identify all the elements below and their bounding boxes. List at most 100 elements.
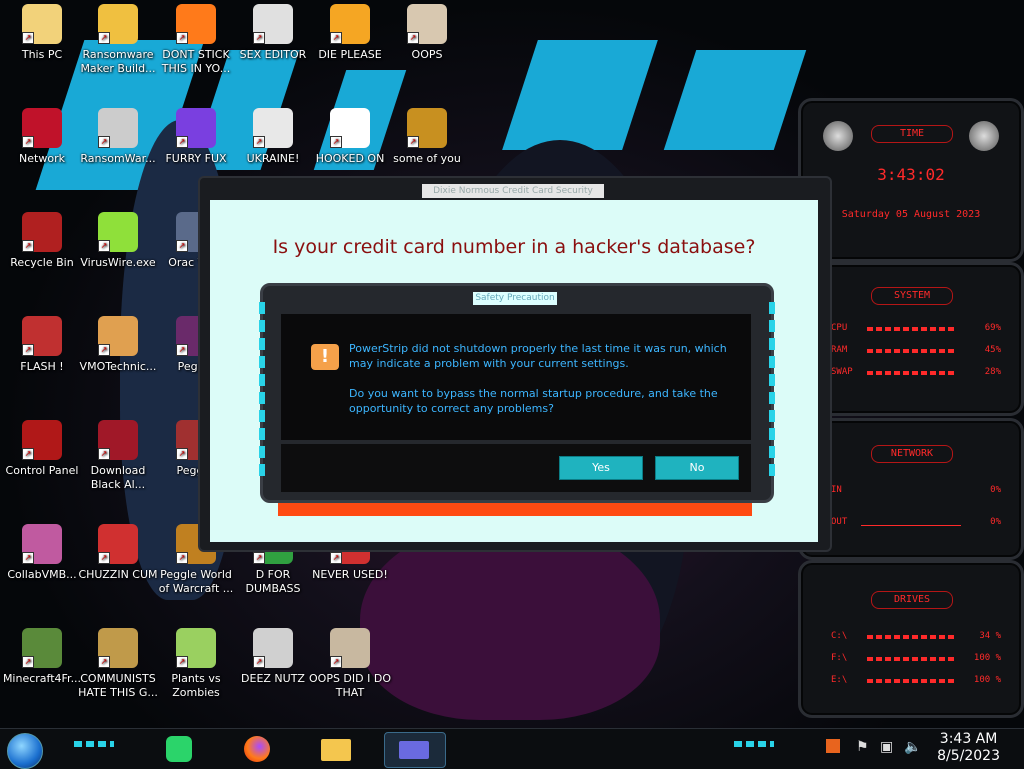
shortcut-arrow-icon: ↗ <box>407 32 419 44</box>
desktop-icon[interactable]: ↗ Download Black Al... <box>76 420 160 492</box>
desktop-icon-label: COMMUNISTS HATE THIS G... <box>78 672 158 699</box>
firefox-icon <box>244 736 270 762</box>
desktop-icon[interactable]: ↗ VirusWire.exe <box>76 212 160 270</box>
network-icon[interactable]: ▣ <box>880 739 893 755</box>
app-icon: ↗ <box>253 628 293 668</box>
desktop-icon-label: Peggle World of Warcraft ... <box>158 568 234 595</box>
shortcut-arrow-icon: ↗ <box>98 32 110 44</box>
taskbar-decor <box>74 741 114 747</box>
shortcut-arrow-icon: ↗ <box>176 344 188 356</box>
desktop-icon[interactable]: ↗ COMMUNISTS HATE THIS G... <box>76 628 160 700</box>
desktop-icon[interactable]: ↗ OOPS <box>385 4 469 62</box>
no-button[interactable]: No <box>655 456 739 480</box>
desktop-icon[interactable]: ↗ DEEZ NUTZ <box>231 628 315 686</box>
desktop-icon[interactable]: ↗ some of you <box>385 108 469 166</box>
desktop-icon-label: Plants vs Zombies <box>171 672 221 699</box>
drives-row: C:\ 34 % <box>831 631 1001 641</box>
shortcut-arrow-icon: ↗ <box>98 552 110 564</box>
shortcut-arrow-icon: ↗ <box>22 656 34 668</box>
shortcut-arrow-icon: ↗ <box>330 136 342 148</box>
clock-time: 3:43 AM <box>939 731 998 747</box>
app-icon: ↗ <box>98 420 138 460</box>
desktop-icon[interactable]: ↗ CHUZZIN CUM <box>76 524 160 582</box>
app-icon: ↗ <box>176 628 216 668</box>
desktop-icon[interactable]: ↗ UKRAINE! <box>231 108 315 166</box>
desktop-icon-label: Minecraft4Fr... <box>2 672 82 685</box>
tray-app-icon[interactable] <box>826 739 840 757</box>
desktop-icon[interactable]: ↗ DONT STICK THIS IN YO... <box>154 4 238 76</box>
shortcut-arrow-icon: ↗ <box>176 552 188 564</box>
desktop-icon-label: DEEZ NUTZ <box>241 672 305 685</box>
desktop-icon[interactable]: ↗ Minecraft4Fr... <box>0 628 84 686</box>
desktop-icon[interactable]: ↗ Control Panel <box>0 420 84 478</box>
desktop-icon[interactable]: ↗ VMOTechnic... <box>76 316 160 374</box>
desktop-icon-label: VirusWire.exe <box>80 256 156 269</box>
taskbar-spotify-button[interactable] <box>160 732 200 766</box>
app-icon: ↗ <box>22 212 62 252</box>
desktop-icon[interactable]: ↗ Ransomware Maker Build... <box>76 4 160 76</box>
desktop-icon-label: Recycle Bin <box>10 256 74 269</box>
desktop-icon[interactable]: ↗ Recycle Bin <box>0 212 84 270</box>
alien-logo-icon <box>823 121 853 151</box>
clock-date: 8/5/2023 <box>937 748 1000 764</box>
desktop-icon-label: some of you <box>393 152 461 165</box>
desktop-icon[interactable]: ↗ This PC <box>0 4 84 62</box>
desktop-icon-label: This PC <box>21 48 63 61</box>
warning-icon: ! <box>311 344 339 370</box>
desktop-icon-label: CollabVMB... <box>7 568 77 581</box>
app-icon: ↗ <box>22 420 62 460</box>
desktop-icon-label: Download Black Al... <box>90 464 146 491</box>
taskbar-file-explorer-button[interactable] <box>316 732 356 766</box>
shortcut-arrow-icon: ↗ <box>330 32 342 44</box>
app-icon: ↗ <box>98 524 138 564</box>
dialog-message-panel: ! PowerStrip did not shutdown properly t… <box>281 314 751 440</box>
app-icon: ↗ <box>98 628 138 668</box>
desktop-icon-label: Network <box>19 152 65 165</box>
desktop-icon[interactable]: ↗ Plants vs Zombies <box>154 628 238 700</box>
safety-precaution-dialog[interactable]: Safety Precaution ! PowerStrip did not s… <box>259 283 775 503</box>
desktop-icon-label: NEVER USED! <box>312 568 388 581</box>
desktop-icon-label: D FOR DUMBASS <box>245 568 301 595</box>
shortcut-arrow-icon: ↗ <box>98 448 110 460</box>
desktop-icon[interactable]: ↗ CollabVMB... <box>0 524 84 582</box>
desktop-icon-label: VMOTechnic... <box>79 360 157 373</box>
desktop-icon-label: FURRY FUX <box>165 152 227 165</box>
desktop-icon[interactable]: ↗ OOPS DID I DO THAT <box>308 628 392 700</box>
taskbar-decor <box>734 741 774 747</box>
time-gadget-header: TIME <box>871 125 953 143</box>
app-icon: ↗ <box>22 316 62 356</box>
desktop-icon[interactable]: ↗ Network <box>0 108 84 166</box>
taskbar: ⚑ ▣ 🔈 3:43 AM 8/5/2023 <box>0 728 1024 769</box>
taskbar-clock[interactable]: 3:43 AM 8/5/2023 <box>937 731 1000 765</box>
shortcut-arrow-icon: ↗ <box>98 240 110 252</box>
desktop-icon-label: Ransomware Maker Build... <box>80 48 156 75</box>
taskbar-firefox-button[interactable] <box>238 732 278 766</box>
app-icon: ↗ <box>253 108 293 148</box>
shortcut-arrow-icon: ↗ <box>22 552 34 564</box>
shortcut-arrow-icon: ↗ <box>330 552 342 564</box>
shortcut-arrow-icon: ↗ <box>98 344 110 356</box>
taskbar-active-app-button[interactable] <box>384 732 446 768</box>
desktop-icon[interactable]: ↗ FURRY FUX <box>154 108 238 166</box>
app-icon: ↗ <box>98 212 138 252</box>
desktop-icon[interactable]: ↗ HOOKED ON <box>308 108 392 166</box>
alien-logo-icon <box>969 121 999 151</box>
volume-icon[interactable]: 🔈 <box>904 739 921 755</box>
time-gadget-date: Saturday 05 August 2023 <box>841 209 981 220</box>
desktop-icon[interactable]: ↗ RansomWar... <box>76 108 160 166</box>
headline-text: Is your credit card number in a hacker's… <box>272 236 756 258</box>
desktop-icon[interactable]: ↗ FLASH ! <box>0 316 84 374</box>
desktop-icon[interactable]: ↗ SEX EDITOR <box>231 4 315 62</box>
desktop-icon-label: DIE PLEASE <box>318 48 382 61</box>
start-button[interactable] <box>7 733 43 769</box>
desktop-icon-label: HOOKED ON <box>315 152 385 165</box>
yes-button[interactable]: Yes <box>559 456 643 480</box>
shortcut-arrow-icon: ↗ <box>253 552 265 564</box>
shortcut-arrow-icon: ↗ <box>176 656 188 668</box>
desktop-icon[interactable]: ↗ DIE PLEASE <box>308 4 392 62</box>
app-icon: ↗ <box>330 4 370 44</box>
desktop-icon-label: RansomWar... <box>80 152 156 165</box>
desktop-icon-label: CHUZZIN CUM <box>78 568 158 581</box>
drives-row: E:\ 100 % <box>831 675 1001 685</box>
flag-icon[interactable]: ⚑ <box>856 739 869 755</box>
